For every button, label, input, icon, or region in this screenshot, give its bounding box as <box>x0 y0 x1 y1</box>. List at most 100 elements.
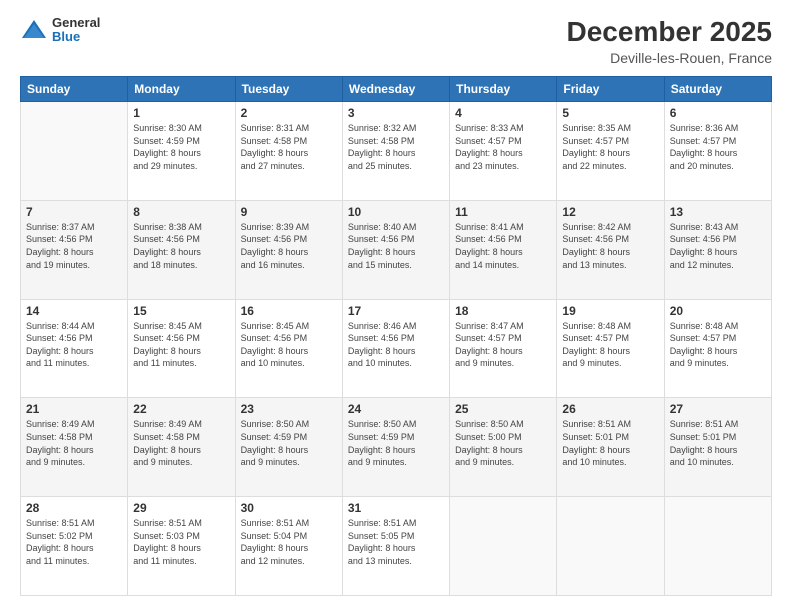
day-info: Sunrise: 8:31 AM Sunset: 4:58 PM Dayligh… <box>241 122 337 172</box>
day-info: Sunrise: 8:51 AM Sunset: 5:02 PM Dayligh… <box>26 517 122 567</box>
sub-title: Deville-les-Rouen, France <box>567 50 772 66</box>
calendar-cell: 6 Sunrise: 8:36 AM Sunset: 4:57 PM Daylig… <box>664 102 771 201</box>
calendar-cell: 13 Sunrise: 8:43 AM Sunset: 4:56 PM Dayli… <box>664 200 771 299</box>
calendar-cell: 31 Sunrise: 8:51 AM Sunset: 5:05 PM Dayli… <box>342 497 449 596</box>
day-number: 23 <box>241 402 337 416</box>
day-number: 29 <box>133 501 229 515</box>
day-info: Sunrise: 8:43 AM Sunset: 4:56 PM Dayligh… <box>670 221 766 271</box>
day-number: 11 <box>455 205 551 219</box>
day-number: 22 <box>133 402 229 416</box>
calendar-week-row: 21 Sunrise: 8:49 AM Sunset: 4:58 PM Dayli… <box>21 398 772 497</box>
day-number: 21 <box>26 402 122 416</box>
day-number: 19 <box>562 304 658 318</box>
day-info: Sunrise: 8:36 AM Sunset: 4:57 PM Dayligh… <box>670 122 766 172</box>
calendar-cell: 26 Sunrise: 8:51 AM Sunset: 5:01 PM Dayli… <box>557 398 664 497</box>
day-info: Sunrise: 8:51 AM Sunset: 5:01 PM Dayligh… <box>562 418 658 468</box>
day-info: Sunrise: 8:51 AM Sunset: 5:05 PM Dayligh… <box>348 517 444 567</box>
calendar-cell: 10Sunrise: 8:40 AM Sunset: 4:56 PM Dayli… <box>342 200 449 299</box>
calendar-cell: 20Sunrise: 8:48 AM Sunset: 4:57 PM Dayli… <box>664 299 771 398</box>
day-number: 20 <box>670 304 766 318</box>
day-info: Sunrise: 8:47 AM Sunset: 4:57 PM Dayligh… <box>455 320 551 370</box>
day-info: Sunrise: 8:45 AM Sunset: 4:56 PM Dayligh… <box>241 320 337 370</box>
day-info: Sunrise: 8:48 AM Sunset: 4:57 PM Dayligh… <box>562 320 658 370</box>
calendar-header-monday: Monday <box>128 77 235 102</box>
day-info: Sunrise: 8:37 AM Sunset: 4:56 PM Dayligh… <box>26 221 122 271</box>
day-number: 31 <box>348 501 444 515</box>
day-number: 1 <box>133 106 229 120</box>
calendar-cell: 21 Sunrise: 8:49 AM Sunset: 4:58 PM Dayli… <box>21 398 128 497</box>
calendar-week-row: 1 Sunrise: 8:30 AM Sunset: 4:59 PM Daylig… <box>21 102 772 201</box>
calendar-cell: 12 Sunrise: 8:42 AM Sunset: 4:56 PM Dayli… <box>557 200 664 299</box>
day-info: Sunrise: 8:44 AM Sunset: 4:56 PM Dayligh… <box>26 320 122 370</box>
day-info: Sunrise: 8:49 AM Sunset: 4:58 PM Dayligh… <box>26 418 122 468</box>
day-info: Sunrise: 8:40 AM Sunset: 4:56 PM Dayligh… <box>348 221 444 271</box>
calendar-cell: 24 Sunrise: 8:50 AM Sunset: 4:59 PM Dayli… <box>342 398 449 497</box>
day-number: 28 <box>26 501 122 515</box>
day-info: Sunrise: 8:45 AM Sunset: 4:56 PM Dayligh… <box>133 320 229 370</box>
calendar-header-wednesday: Wednesday <box>342 77 449 102</box>
calendar-cell <box>664 497 771 596</box>
calendar-cell: 22Sunrise: 8:49 AM Sunset: 4:58 PM Dayli… <box>128 398 235 497</box>
day-number: 2 <box>241 106 337 120</box>
calendar-cell: 4Sunrise: 8:33 AM Sunset: 4:57 PM Daylig… <box>450 102 557 201</box>
main-title: December 2025 <box>567 16 772 48</box>
page: General Blue December 2025 Deville-les-R… <box>0 0 792 612</box>
calendar-week-row: 7 Sunrise: 8:37 AM Sunset: 4:56 PM Daylig… <box>21 200 772 299</box>
calendar-cell: 29Sunrise: 8:51 AM Sunset: 5:03 PM Dayli… <box>128 497 235 596</box>
calendar-cell: 27 Sunrise: 8:51 AM Sunset: 5:01 PM Dayli… <box>664 398 771 497</box>
calendar-cell: 16 Sunrise: 8:45 AM Sunset: 4:56 PM Dayli… <box>235 299 342 398</box>
calendar-cell <box>450 497 557 596</box>
calendar-cell: 5 Sunrise: 8:35 AM Sunset: 4:57 PM Daylig… <box>557 102 664 201</box>
calendar-cell: 25 Sunrise: 8:50 AM Sunset: 5:00 PM Dayli… <box>450 398 557 497</box>
day-number: 12 <box>562 205 658 219</box>
day-number: 7 <box>26 205 122 219</box>
day-number: 3 <box>348 106 444 120</box>
calendar-cell: 11 Sunrise: 8:41 AM Sunset: 4:56 PM Dayli… <box>450 200 557 299</box>
day-info: Sunrise: 8:32 AM Sunset: 4:58 PM Dayligh… <box>348 122 444 172</box>
day-info: Sunrise: 8:30 AM Sunset: 4:59 PM Dayligh… <box>133 122 229 172</box>
day-info: Sunrise: 8:51 AM Sunset: 5:01 PM Dayligh… <box>670 418 766 468</box>
calendar-table: SundayMondayTuesdayWednesdayThursdayFrid… <box>20 76 772 596</box>
calendar-week-row: 28 Sunrise: 8:51 AM Sunset: 5:02 PM Dayli… <box>21 497 772 596</box>
header: General Blue December 2025 Deville-les-R… <box>20 16 772 66</box>
day-number: 16 <box>241 304 337 318</box>
calendar-header-row: SundayMondayTuesdayWednesdayThursdayFrid… <box>21 77 772 102</box>
day-info: Sunrise: 8:51 AM Sunset: 5:04 PM Dayligh… <box>241 517 337 567</box>
calendar-cell: 30 Sunrise: 8:51 AM Sunset: 5:04 PM Dayli… <box>235 497 342 596</box>
calendar-cell: 14Sunrise: 8:44 AM Sunset: 4:56 PM Dayli… <box>21 299 128 398</box>
day-info: Sunrise: 8:33 AM Sunset: 4:57 PM Dayligh… <box>455 122 551 172</box>
logo-general-text: General <box>52 16 100 30</box>
day-number: 15 <box>133 304 229 318</box>
day-number: 24 <box>348 402 444 416</box>
calendar-cell: 19 Sunrise: 8:48 AM Sunset: 4:57 PM Dayli… <box>557 299 664 398</box>
day-number: 13 <box>670 205 766 219</box>
day-info: Sunrise: 8:50 AM Sunset: 4:59 PM Dayligh… <box>348 418 444 468</box>
day-info: Sunrise: 8:35 AM Sunset: 4:57 PM Dayligh… <box>562 122 658 172</box>
calendar-cell: 15 Sunrise: 8:45 AM Sunset: 4:56 PM Dayli… <box>128 299 235 398</box>
calendar-cell: 1 Sunrise: 8:30 AM Sunset: 4:59 PM Daylig… <box>128 102 235 201</box>
day-info: Sunrise: 8:38 AM Sunset: 4:56 PM Dayligh… <box>133 221 229 271</box>
calendar-cell: 23Sunrise: 8:50 AM Sunset: 4:59 PM Dayli… <box>235 398 342 497</box>
calendar-cell: 18 Sunrise: 8:47 AM Sunset: 4:57 PM Dayli… <box>450 299 557 398</box>
day-info: Sunrise: 8:42 AM Sunset: 4:56 PM Dayligh… <box>562 221 658 271</box>
calendar-cell <box>21 102 128 201</box>
calendar-cell: 7 Sunrise: 8:37 AM Sunset: 4:56 PM Daylig… <box>21 200 128 299</box>
calendar-cell: 28 Sunrise: 8:51 AM Sunset: 5:02 PM Dayli… <box>21 497 128 596</box>
calendar-cell: 3 Sunrise: 8:32 AM Sunset: 4:58 PM Daylig… <box>342 102 449 201</box>
calendar-header-tuesday: Tuesday <box>235 77 342 102</box>
day-number: 18 <box>455 304 551 318</box>
day-number: 26 <box>562 402 658 416</box>
calendar-header-thursday: Thursday <box>450 77 557 102</box>
day-info: Sunrise: 8:41 AM Sunset: 4:56 PM Dayligh… <box>455 221 551 271</box>
logo-icon <box>20 16 48 44</box>
calendar-header-friday: Friday <box>557 77 664 102</box>
day-number: 30 <box>241 501 337 515</box>
day-info: Sunrise: 8:39 AM Sunset: 4:56 PM Dayligh… <box>241 221 337 271</box>
day-number: 25 <box>455 402 551 416</box>
calendar-cell: 17Sunrise: 8:46 AM Sunset: 4:56 PM Dayli… <box>342 299 449 398</box>
day-number: 5 <box>562 106 658 120</box>
day-number: 6 <box>670 106 766 120</box>
day-info: Sunrise: 8:50 AM Sunset: 5:00 PM Dayligh… <box>455 418 551 468</box>
day-number: 27 <box>670 402 766 416</box>
calendar-cell: 2 Sunrise: 8:31 AM Sunset: 4:58 PM Daylig… <box>235 102 342 201</box>
